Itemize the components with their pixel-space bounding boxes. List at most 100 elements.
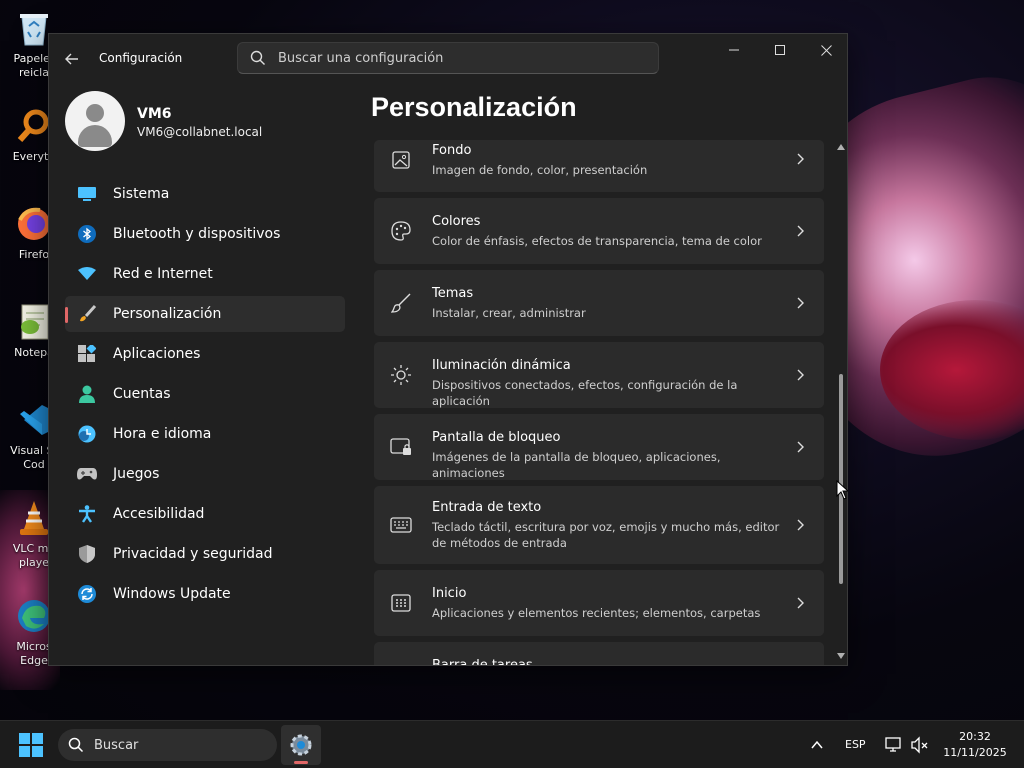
time-language-icon <box>77 424 97 444</box>
accessibility-icon <box>77 504 97 524</box>
sidebar-item-accesibilidad[interactable]: Accesibilidad <box>65 496 345 532</box>
chevron-right-icon <box>797 597 804 609</box>
settings-card-pantalla-bloqueo[interactable]: Pantalla de bloqueo Imágenes de la panta… <box>374 414 824 480</box>
maximize-button[interactable] <box>757 34 803 66</box>
title-bar: Configuración <box>49 34 847 82</box>
taskbar: Buscar ESP 20:32 11/11/2025 <box>0 720 1024 768</box>
sidebar-item-label: Windows Update <box>113 586 231 602</box>
arrow-left-icon <box>65 53 78 65</box>
avatar[interactable] <box>65 91 125 151</box>
gear-icon <box>290 734 312 756</box>
card-title: Fondo <box>432 143 472 158</box>
chevron-right-icon <box>797 441 804 453</box>
chevron-right-icon <box>797 369 804 381</box>
bluetooth-icon <box>77 224 97 244</box>
sidebar-item-label: Juegos <box>113 466 160 482</box>
paintbrush-icon <box>77 304 97 324</box>
gamepad-icon <box>77 464 97 484</box>
settings-card-inicio[interactable]: Inicio Aplicaciones y elementos reciente… <box>374 570 824 636</box>
windows-start-icon[interactable] <box>19 733 43 757</box>
mouse-cursor-icon <box>836 480 848 500</box>
search-icon <box>68 737 84 753</box>
sidebar-item-cuentas[interactable]: Cuentas <box>65 376 345 412</box>
palette-icon <box>390 220 412 242</box>
chevron-right-icon <box>797 519 804 531</box>
sidebar-item-bluetooth[interactable]: Bluetooth y dispositivos <box>65 216 345 252</box>
chevron-right-icon <box>797 225 804 237</box>
chevron-up-icon[interactable] <box>809 737 825 753</box>
start-menu-icon <box>390 592 412 614</box>
accounts-icon <box>77 384 97 404</box>
sidebar-item-personalizacion[interactable]: Personalización <box>65 296 345 332</box>
sidebar-item-label: Aplicaciones <box>113 346 201 362</box>
card-title: Colores <box>432 214 481 229</box>
account-name: VM6 <box>137 106 172 122</box>
sidebar-item-hora[interactable]: Hora e idioma <box>65 416 345 452</box>
dynamic-lighting-icon <box>390 364 412 386</box>
settings-card-temas[interactable]: Temas Instalar, crear, administrar <box>374 270 824 336</box>
sidebar-item-privacidad[interactable]: Privacidad y seguridad <box>65 536 345 572</box>
card-title: Entrada de texto <box>432 500 542 515</box>
sidebar-item-label: Red e Internet <box>113 266 213 282</box>
apps-icon <box>77 344 97 364</box>
settings-card-entrada-texto[interactable]: Entrada de texto Teclado táctil, escritu… <box>374 486 824 564</box>
settings-card-barra-tareas[interactable]: Barra de tareas <box>374 642 824 665</box>
close-button[interactable] <box>803 34 847 66</box>
system-monitor-icon <box>77 184 97 204</box>
system-clock[interactable]: 20:32 11/11/2025 <box>940 729 1010 761</box>
settings-card-iluminacion[interactable]: Iluminación dinámica Dispositivos conect… <box>374 342 824 408</box>
back-button[interactable] <box>61 48 83 70</box>
network-icon[interactable] <box>884 735 904 755</box>
settings-card-fondo[interactable]: Fondo Imagen de fondo, color, presentaci… <box>374 140 824 192</box>
card-description: Dispositivos conectados, efectos, config… <box>432 378 738 408</box>
taskbar-search-label: Buscar <box>94 737 139 753</box>
minimize-icon <box>729 49 739 51</box>
app-running-indicator <box>294 761 308 764</box>
search-input[interactable] <box>278 50 638 66</box>
volume-muted-icon[interactable] <box>910 735 930 755</box>
sidebar-item-label: Accesibilidad <box>113 506 205 522</box>
sidebar-item-aplicaciones[interactable]: Aplicaciones <box>65 336 345 372</box>
sidebar-item-label: Privacidad y seguridad <box>113 546 273 562</box>
card-description: Color de énfasis, efectos de transparenc… <box>432 234 762 248</box>
scroll-up-button[interactable] <box>836 142 846 152</box>
card-description: Aplicaciones y elementos recientes; elem… <box>432 606 761 620</box>
sidebar-item-label: Personalización <box>113 306 222 322</box>
app-title: Configuración <box>99 51 183 65</box>
sidebar-item-red[interactable]: Red e Internet <box>65 256 345 292</box>
shield-icon <box>77 544 97 564</box>
lock-screen-icon <box>390 436 412 458</box>
sidebar-nav: Sistema Bluetooth y dispositivos Red e I… <box>65 176 345 616</box>
sidebar-item-label: Bluetooth y dispositivos <box>113 226 281 242</box>
card-title: Inicio <box>432 586 467 601</box>
minimize-button[interactable] <box>711 34 757 66</box>
language-indicator[interactable]: ESP <box>845 738 866 751</box>
taskbar-icon <box>390 664 412 665</box>
search-icon <box>250 50 265 65</box>
keyboard-icon <box>390 514 412 536</box>
card-description: Imágenes de la pantalla de bloqueo, apli… <box>432 450 721 480</box>
clock-date: 11/11/2025 <box>943 746 1007 759</box>
page-title: Personalización <box>371 92 577 122</box>
settings-window: Configuración VM6 VM6@collabnet.local Si… <box>48 33 848 666</box>
chevron-right-icon <box>797 153 804 165</box>
brush-icon <box>390 292 412 314</box>
taskbar-app-settings[interactable] <box>281 725 321 765</box>
sidebar-item-juegos[interactable]: Juegos <box>65 456 345 492</box>
card-description: Imagen de fondo, color, presentación <box>432 163 648 177</box>
card-description: Instalar, crear, administrar <box>432 306 586 320</box>
settings-search[interactable] <box>237 42 659 74</box>
settings-list: Fondo Imagen de fondo, color, presentaci… <box>374 140 824 665</box>
sidebar-item-sistema[interactable]: Sistema <box>65 176 345 212</box>
scrollbar-thumb[interactable] <box>839 374 843 584</box>
maximize-icon <box>775 45 785 55</box>
sidebar-item-label: Sistema <box>113 186 170 202</box>
sidebar-item-label: Cuentas <box>113 386 171 402</box>
sidebar-item-windows-update[interactable]: Windows Update <box>65 576 345 612</box>
clock-time: 20:32 <box>959 730 991 743</box>
settings-card-colores[interactable]: Colores Color de énfasis, efectos de tra… <box>374 198 824 264</box>
taskbar-search[interactable]: Buscar <box>58 729 277 761</box>
scroll-down-button[interactable] <box>836 651 846 661</box>
background-image-icon <box>390 149 412 171</box>
chevron-right-icon <box>797 297 804 309</box>
